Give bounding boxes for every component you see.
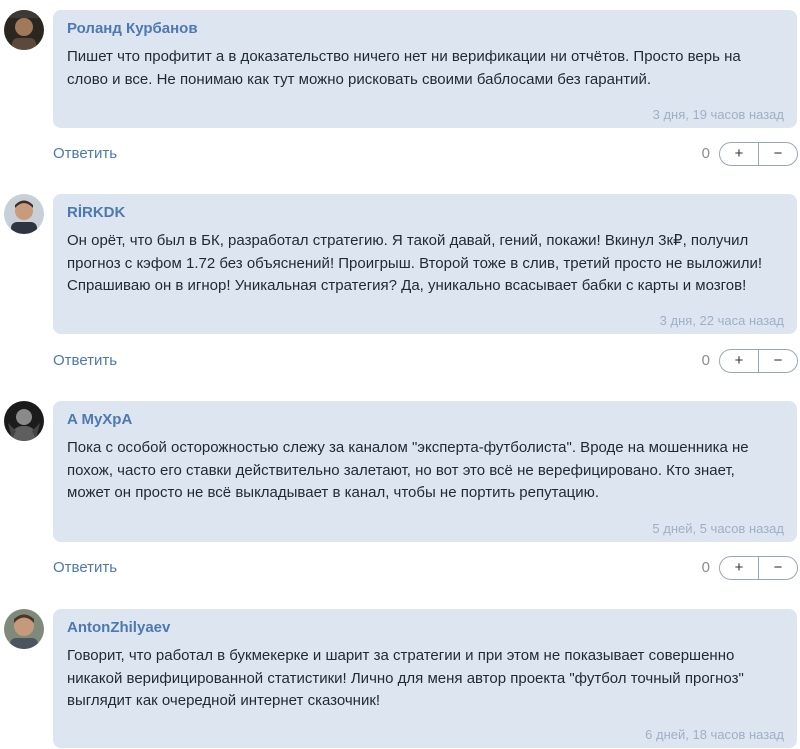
reply-button[interactable]: Ответить [53,145,117,162]
avatar[interactable] [4,401,44,441]
comment-author[interactable]: A MyXpA [67,410,783,430]
comment-bubble: AntonZhilyaev Говорит, что работал в бук… [53,609,797,748]
comment-author[interactable]: AntonZhilyaev [67,618,783,638]
avatar[interactable] [4,609,44,649]
reply-button[interactable]: Ответить [53,559,117,576]
downvote-button[interactable]: − [758,557,797,579]
downvote-button[interactable]: − [758,143,797,165]
downvote-button[interactable]: − [758,350,797,372]
vote-buttons: + − [719,142,798,166]
vote-buttons: + − [719,349,798,373]
reply-button[interactable]: Ответить [53,352,117,369]
comment-actions: Ответить 0 + − [53,556,798,582]
upvote-button[interactable]: + [720,143,758,165]
vote-buttons: + − [719,556,798,580]
upvote-button[interactable]: + [720,350,758,372]
comment-author[interactable]: RİRKDK [67,203,783,223]
comment-bubble: A MyXpA Пока с особой осторожностью слеж… [53,401,797,542]
comment-bubble: Роланд Курбанов Пишет что профитит а в д… [53,10,797,128]
comment-text: Он орёт, что был в БК, разработал страте… [67,232,763,294]
avatar[interactable] [4,10,44,50]
comment-timestamp[interactable]: 6 дней, 18 часов назад [645,727,784,742]
avatar[interactable] [4,194,44,234]
comment-text: Говорит, что работал в букмекерке и шари… [67,647,744,709]
vote-score: 0 [701,145,710,162]
comment-text: Пишет что профитит а в доказательство ни… [67,48,741,88]
vote-score: 0 [701,559,710,576]
comment-timestamp[interactable]: 3 дня, 19 часов назад [653,107,784,122]
comment-actions: Ответить 0 + − [53,142,798,168]
comment-bubble: RİRKDK Он орёт, что был в БК, разработал… [53,194,797,334]
upvote-button[interactable]: + [720,557,758,579]
comment-author[interactable]: Роланд Курбанов [67,19,783,39]
comment-timestamp[interactable]: 3 дня, 22 часа назад [660,313,784,328]
comment-timestamp[interactable]: 5 дней, 5 часов назад [652,521,784,536]
comment-actions: Ответить 0 + − [53,349,798,375]
vote-score: 0 [701,352,710,369]
comment-text: Пока с особой осторожностью слежу за кан… [67,439,749,501]
